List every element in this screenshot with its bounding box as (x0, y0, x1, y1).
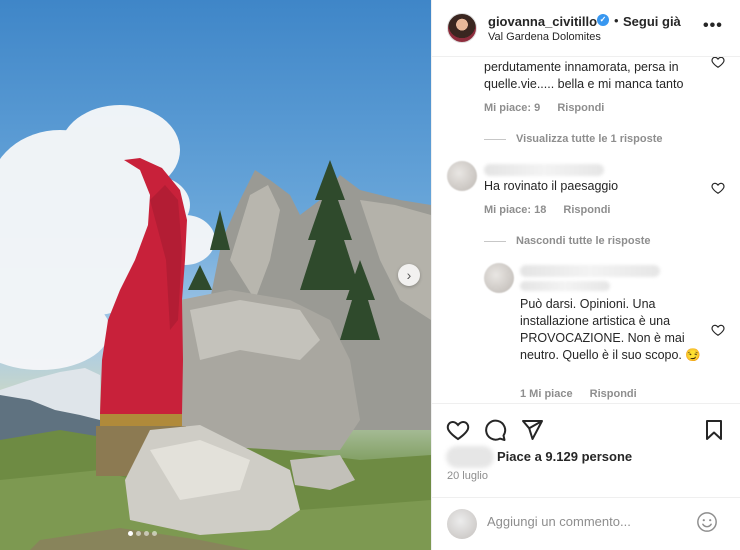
bookmark-icon[interactable] (702, 418, 726, 442)
post-panel: giovanna_civitillo ✓ • Segui già Val Gar… (431, 0, 740, 550)
comment-heart-icon[interactable] (711, 57, 725, 69)
replier-username[interactable] (520, 265, 660, 277)
author-username[interactable]: giovanna_civitillo (488, 14, 597, 29)
commenter-username[interactable] (484, 164, 604, 176)
chevron-right-icon: › (406, 267, 412, 283)
comment-meta: Mi piace: 18 Rispondi (484, 204, 624, 216)
hide-replies-button[interactable]: Nascondi tutte le risposte (484, 235, 650, 247)
comment-text: perdutamente innamorata, persa in quelle… (484, 60, 684, 91)
commenter-avatar[interactable] (447, 161, 477, 191)
next-photo-button[interactable]: › (398, 264, 420, 286)
following-button[interactable]: Segui già (623, 14, 681, 29)
carousel-dot (152, 531, 157, 536)
smirk-emoji: 😏 (685, 348, 701, 362)
reply-button[interactable]: Rispondi (557, 102, 604, 114)
reply-heart-icon[interactable] (711, 323, 725, 337)
add-comment-bar (432, 497, 740, 550)
reply-text-body: Può darsi. Opinioni. Una installazione a… (520, 297, 685, 362)
smiley-icon[interactable] (696, 511, 718, 533)
more-options-icon[interactable]: ••• (703, 17, 723, 35)
likers-avatars[interactable] (446, 446, 494, 468)
post-header: giovanna_civitillo ✓ • Segui già Val Gar… (432, 0, 740, 57)
comment-text: Ha rovinato il paesaggio (484, 179, 619, 193)
reply-button[interactable]: Rispondi (563, 204, 610, 216)
heart-icon[interactable] (446, 418, 470, 442)
carousel-dot (128, 531, 133, 536)
reply-meta: 1 Mi piace Rispondi (520, 388, 651, 400)
pedestal-top (100, 414, 182, 426)
likes-count[interactable]: Piace a 9.129 persone (497, 449, 632, 464)
reply-button[interactable]: Rispondi (590, 388, 637, 400)
post-actions: Piace a 9.129 persone 20 luglio (432, 403, 740, 503)
carousel-dot (136, 531, 141, 536)
post-photo[interactable]: › (0, 0, 431, 550)
reply-likes[interactable]: 1 Mi piace (520, 388, 573, 400)
separator-dot: • (614, 13, 619, 28)
replier-avatar[interactable] (484, 263, 514, 293)
comment-likes[interactable]: Mi piace: 9 (484, 102, 540, 114)
carousel-dot (144, 531, 149, 536)
landscape-image (0, 105, 431, 550)
paper-plane-icon[interactable] (520, 418, 544, 442)
comment-icon[interactable] (483, 418, 507, 442)
comment-meta: Mi piace: 9 Rispondi (484, 102, 618, 114)
author-avatar[interactable] (447, 13, 477, 43)
post-date[interactable]: 20 luglio (447, 470, 488, 482)
view-replies-button[interactable]: Visualizza tutte le 1 risposte (484, 133, 663, 145)
carousel-indicator (128, 531, 157, 536)
reply-text: Può darsi. Opinioni. Una installazione a… (520, 296, 705, 364)
comment-likes[interactable]: Mi piace: 18 (484, 204, 546, 216)
post-location[interactable]: Val Gardena Dolomites (488, 31, 601, 43)
comments-list[interactable]: perdutamente innamorata, persa in quelle… (432, 57, 740, 403)
comment-heart-icon[interactable] (711, 181, 725, 195)
comment-input[interactable] (487, 514, 687, 529)
current-user-avatar (447, 509, 477, 539)
verified-badge-icon: ✓ (597, 14, 609, 26)
replier-mention[interactable] (520, 281, 610, 291)
